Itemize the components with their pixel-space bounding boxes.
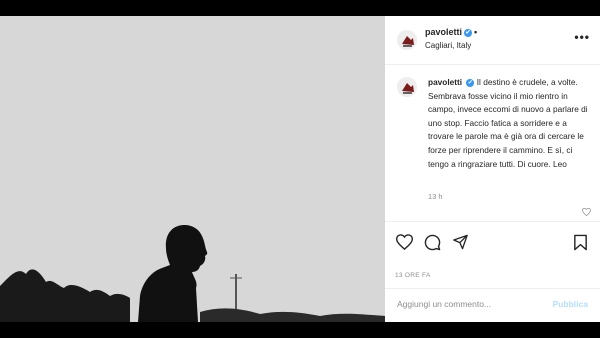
share-icon[interactable] — [452, 234, 469, 250]
post-photo[interactable] — [0, 16, 385, 322]
location-link[interactable]: Cagliari, Italy — [425, 41, 471, 50]
avatar[interactable] — [397, 30, 417, 50]
heart-icon[interactable] — [396, 234, 413, 250]
header-username-row: pavoletti ✔ • — [425, 27, 477, 37]
comment-bar: Aggiungi un commento... Pubblica — [385, 288, 600, 323]
post-age: 13 ORE FA — [395, 272, 431, 279]
caption: pavoletti ✔ Il destino è crudele, a volt… — [428, 76, 593, 171]
header-username[interactable]: pavoletti — [425, 27, 462, 37]
publish-button[interactable]: Pubblica — [553, 299, 588, 309]
comment-icon[interactable] — [424, 234, 441, 251]
verified-badge-icon: ✔ — [466, 78, 475, 87]
bookmark-icon[interactable] — [573, 234, 588, 251]
caption-username[interactable]: pavoletti — [428, 77, 462, 87]
header-dot: • — [474, 27, 478, 37]
verified-badge-icon: ✔ — [464, 28, 473, 37]
post-panel: pavoletti ✔ • Cagliari, Italy ••• pavolett… — [385, 16, 600, 322]
more-icon[interactable]: ••• — [574, 30, 590, 44]
caption-like-heart-icon[interactable] — [582, 208, 591, 216]
caption-time: 13 h — [428, 192, 443, 201]
post-header: pavoletti ✔ • Cagliari, Italy ••• — [385, 16, 600, 65]
caption-text: Il destino è crudele, a volte. Sembrava … — [428, 77, 588, 169]
avatar-image — [397, 77, 417, 97]
comment-input[interactable]: Aggiungi un commento... — [397, 299, 491, 309]
avatar-image — [397, 30, 417, 50]
caption-avatar[interactable] — [397, 77, 417, 97]
silhouette-image — [0, 16, 385, 322]
